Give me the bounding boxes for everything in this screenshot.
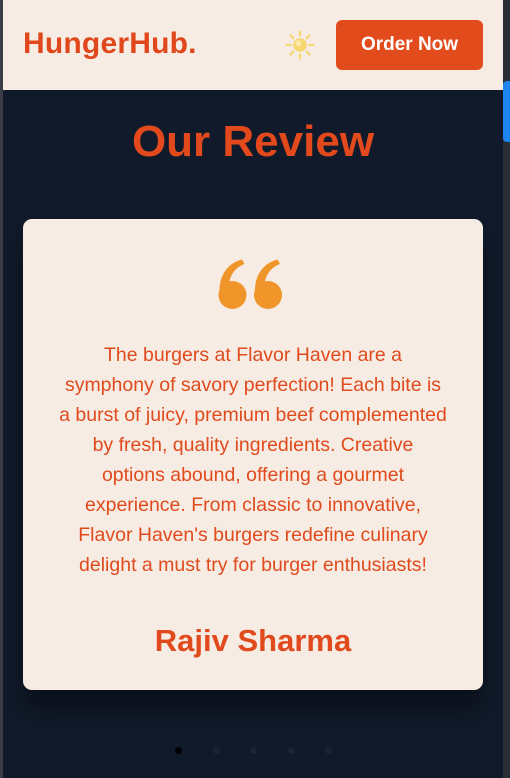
section-title: Our Review bbox=[131, 117, 375, 166]
carousel-pagination bbox=[3, 747, 503, 757]
scrollbar-thumb[interactable] bbox=[503, 81, 510, 142]
carousel-dot[interactable] bbox=[250, 747, 257, 754]
sun-icon[interactable] bbox=[285, 30, 315, 60]
order-now-button[interactable]: Order Now bbox=[336, 20, 483, 70]
quote-icon bbox=[218, 259, 282, 309]
review-card: The burgers at Flavor Haven are a sympho… bbox=[23, 219, 483, 690]
review-text: The burgers at Flavor Haven are a sympho… bbox=[59, 344, 447, 576]
reviewer-name: Rajiv Sharma bbox=[154, 623, 352, 658]
brand-logo[interactable]: HungerHub. bbox=[23, 27, 197, 61]
review-section: Our Review The burgers at Flavor Haven a… bbox=[3, 90, 503, 778]
carousel-dot[interactable] bbox=[213, 747, 220, 754]
carousel-dot[interactable] bbox=[325, 747, 332, 754]
carousel-dot[interactable] bbox=[288, 747, 295, 754]
carousel-dot[interactable] bbox=[175, 747, 182, 754]
page: HungerHub. Order Now Our Review The burg… bbox=[0, 0, 510, 778]
site-header: HungerHub. Order Now bbox=[3, 0, 503, 90]
